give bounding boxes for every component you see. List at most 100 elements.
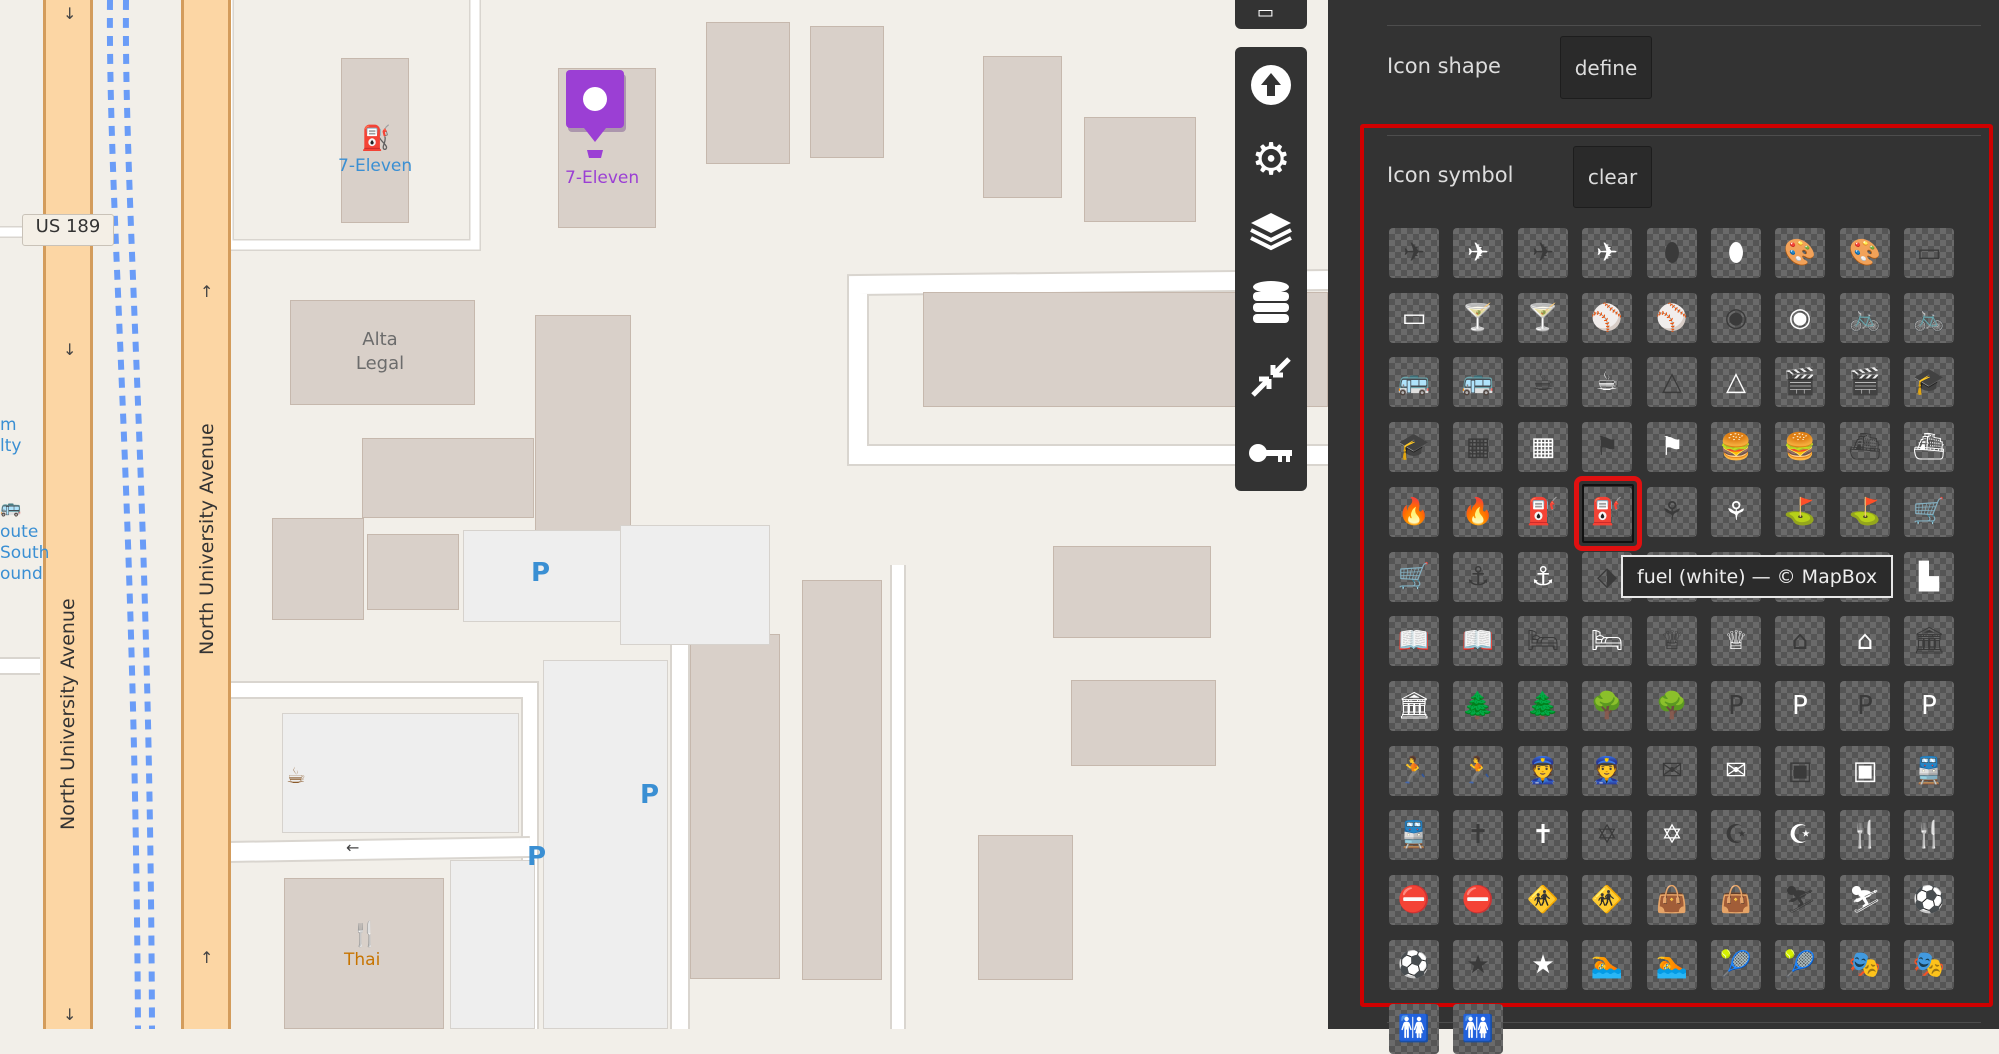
park2-dark-icon[interactable]: 🌳 — [1582, 681, 1632, 731]
airport-white-icon[interactable]: ✈ — [1582, 228, 1632, 278]
london-underground-dark-icon[interactable]: ♕ — [1647, 616, 1697, 666]
religious-christian-white-icon[interactable]: ✝ — [1518, 810, 1568, 860]
fast-food-white-icon[interactable]: 🍔 — [1775, 422, 1825, 472]
cinema-white-icon[interactable]: 🎬 — [1840, 357, 1890, 407]
art-gallery-dark-icon[interactable]: 🎨 — [1775, 228, 1825, 278]
parking-white-icon[interactable]: P — [1775, 681, 1825, 731]
monument-white-icon[interactable]: ⌂ — [1840, 616, 1890, 666]
commercial-dark-icon[interactable]: ▦ — [1453, 422, 1503, 472]
post-white-icon[interactable]: ✉ — [1711, 746, 1761, 796]
art-gallery-white-icon[interactable]: 🎨 — [1840, 228, 1890, 278]
bar-dark-icon[interactable]: 🍸 — [1453, 293, 1503, 343]
airfield-white-icon[interactable]: ✈ — [1453, 228, 1503, 278]
industrial-white-icon[interactable]: ▙ — [1904, 552, 1954, 602]
swimming-white-icon[interactable]: 🏊 — [1647, 940, 1697, 990]
rail-dark-icon[interactable]: 🚆 — [1904, 746, 1954, 796]
school-dark-icon[interactable]: 🚸 — [1518, 875, 1568, 925]
airport-dark-icon[interactable]: ✈ — [1518, 228, 1568, 278]
soccer-dark-icon[interactable]: ⚽ — [1904, 875, 1954, 925]
london-underground-white-icon[interactable]: ♕ — [1711, 616, 1761, 666]
bank-dark-icon[interactable]: ▭ — [1904, 228, 1954, 278]
library-white-icon[interactable]: 📖 — [1453, 616, 1503, 666]
swimming-dark-icon[interactable]: 🏊 — [1582, 940, 1632, 990]
post-dark-icon[interactable]: ✉ — [1647, 746, 1697, 796]
rail-white-icon[interactable]: 🚆 — [1389, 810, 1439, 860]
parking-garage-dark-icon[interactable]: P — [1840, 681, 1890, 731]
school-white-icon[interactable]: 🚸 — [1582, 875, 1632, 925]
restaurant-white-icon[interactable]: 🍴 — [1904, 810, 1954, 860]
parking-garage-white-icon[interactable]: P — [1904, 681, 1954, 731]
lodging-white-icon[interactable]: 🛏 — [1582, 616, 1632, 666]
tennis-dark-icon[interactable]: 🎾 — [1711, 940, 1761, 990]
park-white-icon[interactable]: 🌲 — [1518, 681, 1568, 731]
garden-white-icon[interactable]: ⚘ — [1711, 487, 1761, 537]
database-icon[interactable] — [1247, 279, 1295, 327]
american-football-white-icon[interactable]: ⬮ — [1711, 228, 1761, 278]
campsite-white-icon[interactable]: △ — [1711, 357, 1761, 407]
cricket-white-icon[interactable]: ⚑ — [1647, 422, 1697, 472]
religious-muslim-dark-icon[interactable]: ☪ — [1711, 810, 1761, 860]
map-marker[interactable] — [566, 70, 632, 166]
harbor-white-icon[interactable]: ⚓ — [1518, 552, 1568, 602]
grocery-white-icon[interactable]: 🛒 — [1389, 552, 1439, 602]
gear-icon[interactable]: ⚙ — [1247, 134, 1295, 185]
basketball-white-icon[interactable]: ◉ — [1775, 293, 1825, 343]
roadblock-white-icon[interactable]: ⛔ — [1453, 875, 1503, 925]
baseball-white-icon[interactable]: ⚾ — [1647, 293, 1697, 343]
religious-jewish-dark-icon[interactable]: ✡ — [1582, 810, 1632, 860]
prison-white-icon[interactable]: ▣ — [1840, 746, 1890, 796]
ferry-white-icon[interactable]: ⛴ — [1904, 422, 1954, 472]
religious-jewish-white-icon[interactable]: ✡ — [1647, 810, 1697, 860]
religious-muslim-white-icon[interactable]: ☪ — [1775, 810, 1825, 860]
pitch-white-icon[interactable]: 🏃 — [1453, 746, 1503, 796]
harbor-dark-icon[interactable]: ⚓ — [1453, 552, 1503, 602]
bicycle-dark-icon[interactable]: 🚲 — [1840, 293, 1890, 343]
religious-christian-dark-icon[interactable]: ✝ — [1453, 810, 1503, 860]
theatre-white-icon[interactable]: 🎭 — [1904, 940, 1954, 990]
prison-dark-icon[interactable]: ▣ — [1775, 746, 1825, 796]
car-icon[interactable]: ▭ — [1257, 2, 1274, 23]
cinema-dark-icon[interactable]: 🎬 — [1775, 357, 1825, 407]
cricket-dark-icon[interactable]: ⚑ — [1582, 422, 1632, 472]
park-dark-icon[interactable]: 🌲 — [1453, 681, 1503, 731]
lodging-dark-icon[interactable]: 🛏 — [1518, 616, 1568, 666]
golf-dark-icon[interactable]: ⛳ — [1775, 487, 1825, 537]
baseball-dark-icon[interactable]: ⚾ — [1582, 293, 1632, 343]
museum-white-icon[interactable]: 🏛 — [1389, 681, 1439, 731]
college-dark-icon[interactable]: 🎓 — [1904, 357, 1954, 407]
american-football-dark-icon[interactable]: ⬮ — [1647, 228, 1697, 278]
commercial-white-icon[interactable]: ▦ — [1518, 422, 1568, 472]
define-button[interactable]: define — [1560, 36, 1652, 99]
parking-dark-icon[interactable]: P — [1711, 681, 1761, 731]
fire-station-white-icon[interactable]: 🔥 — [1453, 487, 1503, 537]
monument-dark-icon[interactable]: ⌂ — [1775, 616, 1825, 666]
basketball-dark-icon[interactable]: ◉ — [1711, 293, 1761, 343]
park2-white-icon[interactable]: 🌳 — [1647, 681, 1697, 731]
bar-white-icon[interactable]: 🍸 — [1518, 293, 1568, 343]
college-white-icon[interactable]: 🎓 — [1389, 422, 1439, 472]
police-dark-icon[interactable]: 👮 — [1518, 746, 1568, 796]
star-white-icon[interactable]: ★ — [1518, 940, 1568, 990]
tennis-white-icon[interactable]: 🎾 — [1775, 940, 1825, 990]
fire-station-dark-icon[interactable]: 🔥 — [1389, 487, 1439, 537]
airfield-dark-icon[interactable]: ✈ — [1389, 228, 1439, 278]
cafe-white-icon[interactable]: ☕ — [1582, 357, 1632, 407]
key-icon[interactable] — [1247, 429, 1295, 477]
theatre-dark-icon[interactable]: 🎭 — [1840, 940, 1890, 990]
bus-white-icon[interactable]: 🚌 — [1453, 357, 1503, 407]
toilets-white-icon[interactable]: 🚻 — [1453, 1004, 1503, 1054]
pitch-dark-icon[interactable]: 🏃 — [1389, 746, 1439, 796]
toilets-dark-icon[interactable]: 🚻 — [1389, 1004, 1439, 1054]
bus-dark-icon[interactable]: 🚌 — [1389, 357, 1439, 407]
collapse-icon[interactable] — [1247, 353, 1295, 401]
fast-food-dark-icon[interactable]: 🍔 — [1711, 422, 1761, 472]
ferry-dark-icon[interactable]: ⛴ — [1840, 422, 1890, 472]
police-white-icon[interactable]: 👮 — [1582, 746, 1632, 796]
cafe-dark-icon[interactable]: ☕ — [1518, 357, 1568, 407]
fuel-dark-icon[interactable]: ⛽ — [1518, 487, 1568, 537]
upload-icon[interactable] — [1247, 61, 1295, 109]
grocery-dark-icon[interactable]: 🛒 — [1904, 487, 1954, 537]
shop-white-icon[interactable]: 👜 — [1711, 875, 1761, 925]
skiing-dark-icon[interactable]: ⛷ — [1775, 875, 1825, 925]
layers-icon[interactable] — [1247, 207, 1295, 255]
